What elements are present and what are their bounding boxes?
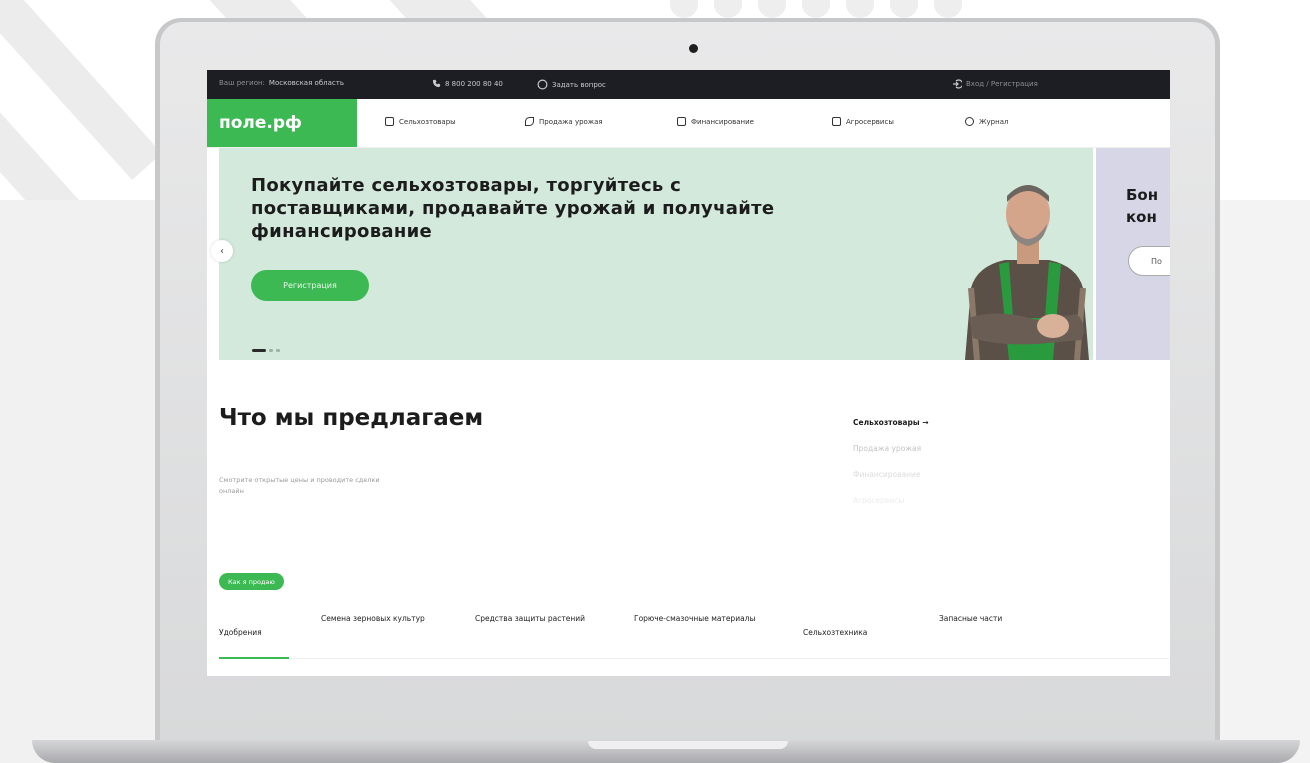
- next-slide-button[interactable]: По: [1128, 246, 1170, 276]
- hero-title: Покупайте сельхозтовары, торгуйтесь с по…: [251, 175, 775, 242]
- carousel-prev-button[interactable]: ‹: [211, 240, 233, 262]
- ask-question-label: Задать вопрос: [552, 80, 606, 89]
- offer-menu-item-harvest-sale[interactable]: Продажа урожая: [853, 444, 929, 453]
- nav-label: Сельхозтовары: [399, 117, 456, 126]
- register-button[interactable]: Регистрация: [251, 270, 369, 301]
- top-bar: Ваш регион: Московская область 8 800 200…: [207, 70, 1170, 99]
- main-nav: поле.рф Сельхозтовары Продажа урожая Фин…: [207, 99, 1170, 148]
- ask-question-link[interactable]: Задать вопрос: [537, 79, 606, 90]
- next-slide-preview[interactable]: Бон кон По: [1096, 148, 1170, 360]
- next-slide-title-line1: Бон: [1126, 186, 1159, 204]
- login-icon: [953, 79, 962, 89]
- active-tab-indicator: [219, 657, 289, 659]
- offer-menu-item-financing[interactable]: Финансирование: [853, 470, 929, 479]
- tab-fuel-lubricants[interactable]: Горюче-смазочные материалы: [634, 612, 769, 626]
- nav-label: Финансирование: [691, 117, 754, 126]
- services-icon: [832, 117, 841, 126]
- book-icon: [965, 117, 974, 126]
- laptop-base-notch: [588, 741, 788, 749]
- chat-icon: [537, 79, 548, 90]
- nav-item-agro-goods[interactable]: Сельхозтовары: [385, 117, 456, 126]
- next-slide-title: Бон кон: [1126, 184, 1158, 228]
- nav-item-journal[interactable]: Журнал: [965, 117, 1008, 126]
- nav-label: Журнал: [979, 117, 1009, 126]
- login-label: Вход / Регистрация: [966, 80, 1038, 88]
- login-link[interactable]: Вход / Регистрация: [952, 79, 1038, 89]
- phone-link[interactable]: 8 800 200 80 40: [432, 79, 503, 88]
- nav-item-harvest-sale[interactable]: Продажа урожая: [525, 117, 603, 126]
- phone-number: 8 800 200 80 40: [445, 79, 503, 88]
- phone-icon: [432, 79, 441, 88]
- offer-menu-item-agro-goods[interactable]: Сельхозтовары →: [853, 418, 929, 427]
- region-label: Ваш регион:: [219, 79, 265, 87]
- offer-description: Смотрите открытые цены и проводите сделк…: [219, 476, 380, 495]
- website-screen: Ваш регион: Московская область 8 800 200…: [207, 70, 1170, 676]
- grid-icon: [385, 117, 394, 126]
- finance-icon: [677, 117, 686, 126]
- farmer-illustration: [965, 185, 1089, 360]
- camera-icon: [689, 44, 698, 53]
- tab-spare-parts[interactable]: Запасные части: [939, 612, 1009, 626]
- sprout-icon: [525, 117, 534, 126]
- offer-title: Что мы предлагаем: [219, 405, 484, 431]
- tabs-divider: [219, 658, 1169, 659]
- hero-slide: Покупайте сельхозтовары, торгуйтесь с по…: [211, 148, 1093, 360]
- carousel-dot-active[interactable]: [252, 349, 266, 352]
- nav-label: Агросервисы: [846, 117, 894, 126]
- next-slide-title-line2: кон: [1126, 208, 1157, 226]
- offer-menu-item-agroservices[interactable]: Агросервисы: [853, 496, 929, 505]
- tab-plant-protection[interactable]: Средства защиты растений: [475, 612, 600, 626]
- tab-fertilizers[interactable]: Удобрения: [219, 626, 294, 640]
- nav-item-agroservices[interactable]: Агросервисы: [832, 117, 894, 126]
- how-to-sell-badge[interactable]: Как я продаю: [219, 573, 284, 590]
- chevron-left-icon: ‹: [220, 245, 224, 257]
- tab-seeds[interactable]: Семена зерновых культур: [321, 612, 451, 626]
- site-logo[interactable]: поле.рф: [207, 99, 357, 147]
- nav-item-financing[interactable]: Финансирование: [677, 117, 754, 126]
- nav-label: Продажа урожая: [539, 117, 603, 126]
- carousel-dot[interactable]: [269, 349, 273, 352]
- region-value: Московская область: [268, 79, 344, 87]
- carousel-dots[interactable]: [252, 349, 280, 352]
- carousel-dot[interactable]: [276, 349, 280, 352]
- catalog-tabs: Удобрения Семена зерновых культур Средст…: [219, 610, 1169, 660]
- region-selector[interactable]: Ваш регион: Московская область: [219, 79, 344, 87]
- tab-agro-machinery[interactable]: Сельхозтехника: [803, 626, 913, 640]
- offer-menu: Сельхозтовары → Продажа урожая Финансиро…: [853, 418, 929, 522]
